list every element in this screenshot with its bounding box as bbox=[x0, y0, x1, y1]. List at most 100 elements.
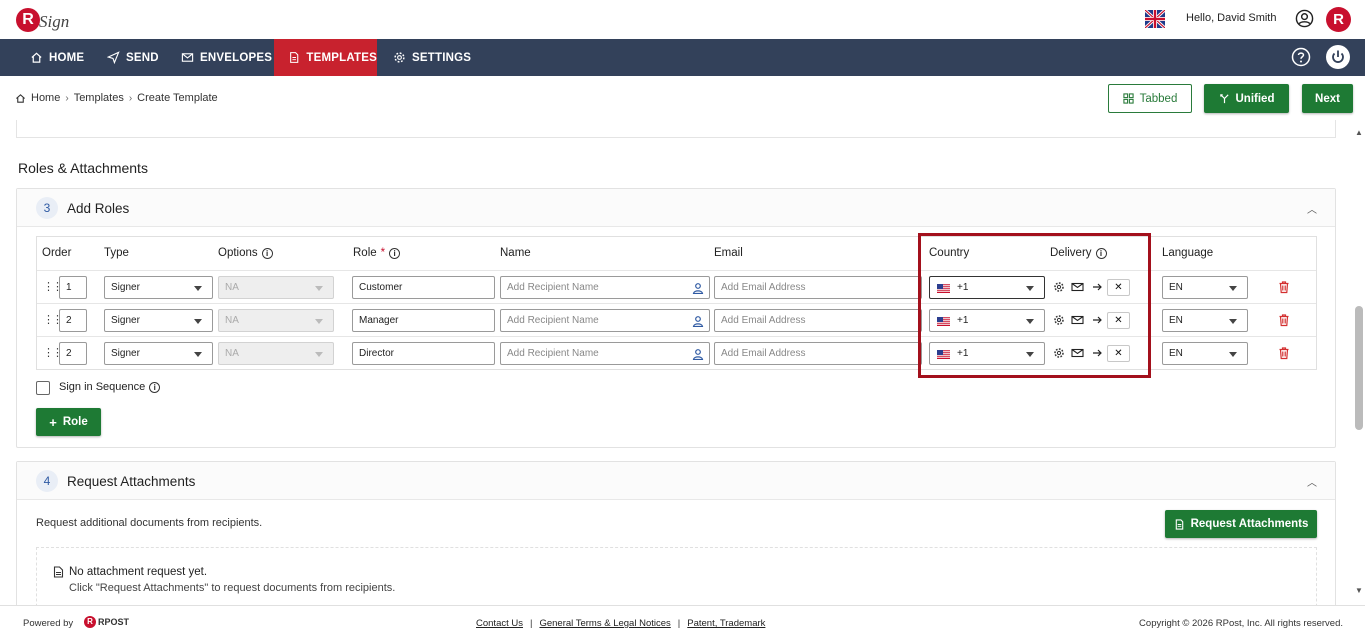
previous-section-card bbox=[16, 120, 1336, 138]
home-icon[interactable] bbox=[15, 93, 26, 104]
next-label: Next bbox=[1315, 92, 1340, 105]
col-role: Role * i bbox=[353, 247, 401, 259]
chevron-down-icon bbox=[1229, 319, 1237, 324]
nav-settings[interactable]: SETTINGS bbox=[393, 39, 471, 76]
order-input[interactable]: 2 bbox=[59, 342, 87, 365]
email-input[interactable]: Add Email Address bbox=[714, 309, 922, 332]
contact-lookup-icon[interactable] bbox=[692, 348, 704, 360]
name-input[interactable]: Add Recipient Name bbox=[500, 276, 710, 299]
next-button[interactable]: Next bbox=[1302, 84, 1353, 113]
language-select[interactable]: EN bbox=[1162, 309, 1248, 332]
home-icon bbox=[31, 52, 42, 63]
request-attachments-button[interactable]: Request Attachments bbox=[1165, 510, 1317, 538]
contact-us-link[interactable]: Contact Us bbox=[476, 618, 523, 629]
breadcrumb-separator: › bbox=[128, 92, 133, 104]
role-input[interactable]: Customer bbox=[352, 276, 495, 299]
col-options: Options i bbox=[218, 247, 273, 259]
add-role-button[interactable]: + Role bbox=[36, 408, 101, 436]
name-input[interactable]: Add Recipient Name bbox=[500, 342, 710, 365]
delete-role-trash-icon[interactable] bbox=[1277, 313, 1291, 327]
help-icon[interactable] bbox=[1291, 47, 1311, 67]
name-placeholder: Add Recipient Name bbox=[507, 282, 599, 293]
delete-role-trash-icon[interactable] bbox=[1277, 280, 1291, 294]
name-input[interactable]: Add Recipient Name bbox=[500, 309, 710, 332]
options-select: NA bbox=[218, 276, 334, 299]
sign-in-sequence-checkbox[interactable] bbox=[36, 381, 50, 395]
highlight-box bbox=[918, 233, 1151, 378]
scroll-up-arrow[interactable]: ▲ bbox=[1355, 128, 1363, 137]
step-number: 4 bbox=[36, 470, 58, 492]
footer-separator: | bbox=[530, 618, 533, 629]
options-select: NA bbox=[218, 342, 334, 365]
col-type: Type bbox=[104, 247, 129, 259]
email-input[interactable]: Add Email Address bbox=[714, 342, 922, 365]
nav-send[interactable]: SEND bbox=[107, 39, 159, 76]
footer: Powered by R RPOST Contact Us | General … bbox=[0, 605, 1365, 639]
language-select[interactable]: EN bbox=[1162, 342, 1248, 365]
sign-in-sequence-label: Sign in Sequence bbox=[59, 381, 146, 393]
uk-flag-icon[interactable] bbox=[1145, 10, 1165, 28]
collapse-chevron-icon[interactable]: ︿ bbox=[1307, 474, 1317, 489]
name-placeholder: Add Recipient Name bbox=[507, 348, 599, 359]
user-profile-icon[interactable] bbox=[1295, 9, 1314, 28]
breadcrumb: Home › Templates › Create Template bbox=[15, 92, 218, 104]
info-icon[interactable]: i bbox=[261, 247, 273, 259]
tabbed-view-button[interactable]: Tabbed bbox=[1108, 84, 1192, 113]
delete-role-trash-icon[interactable] bbox=[1277, 346, 1291, 360]
request-attachments-title: Request Attachments bbox=[67, 474, 196, 489]
user-greeting: Hello, David Smith bbox=[1186, 12, 1277, 24]
breadcrumb-home[interactable]: Home bbox=[31, 92, 60, 104]
top-bar: R Sign Hello, David Smith R bbox=[0, 0, 1365, 39]
nav-home-label: HOME bbox=[49, 51, 85, 64]
chevron-down-icon bbox=[1229, 352, 1237, 357]
role-input[interactable]: Manager bbox=[352, 309, 495, 332]
breadcrumb-templates[interactable]: Templates bbox=[74, 92, 124, 104]
patent-link[interactable]: Patent, Trademark bbox=[687, 618, 765, 629]
col-name: Name bbox=[500, 247, 531, 259]
rsign-logo[interactable]: R Sign bbox=[16, 6, 76, 34]
role-input[interactable]: Director bbox=[352, 342, 495, 365]
contact-lookup-icon[interactable] bbox=[692, 282, 704, 294]
nav-envelopes[interactable]: ENVELOPES bbox=[181, 39, 272, 76]
language-value: EN bbox=[1169, 348, 1183, 359]
contact-lookup-icon[interactable] bbox=[692, 315, 704, 327]
collapse-chevron-icon[interactable]: ︿ bbox=[1307, 201, 1317, 216]
power-icon bbox=[1332, 50, 1344, 63]
footer-links: Contact Us | General Terms & Legal Notic… bbox=[476, 618, 765, 629]
document-icon bbox=[53, 566, 64, 578]
nav-templates[interactable]: TEMPLATES bbox=[274, 39, 377, 76]
nav-home[interactable]: HOME bbox=[30, 39, 84, 76]
nav-templates-label: TEMPLATES bbox=[306, 51, 377, 64]
type-select[interactable]: Signer bbox=[104, 342, 213, 365]
type-select[interactable]: Signer bbox=[104, 276, 213, 299]
options-value: NA bbox=[225, 282, 239, 293]
scroll-down-arrow[interactable]: ▼ bbox=[1355, 586, 1363, 595]
order-input[interactable]: 1 bbox=[59, 276, 87, 299]
copyright: Copyright © 2026 RPost, Inc. All rights … bbox=[1139, 618, 1343, 629]
nav-send-label: SEND bbox=[126, 51, 159, 64]
col-order: Order bbox=[42, 247, 72, 259]
order-input[interactable]: 2 bbox=[59, 309, 87, 332]
add-roles-header[interactable]: 3 Add Roles ︿ bbox=[17, 189, 1335, 227]
breadcrumb-current: Create Template bbox=[137, 92, 218, 104]
unified-view-button[interactable]: Unified bbox=[1204, 84, 1289, 113]
chevron-down-icon bbox=[315, 286, 323, 291]
avatar[interactable]: R bbox=[1326, 7, 1351, 32]
breadcrumb-separator: › bbox=[65, 92, 69, 104]
language-select[interactable]: EN bbox=[1162, 276, 1248, 299]
info-icon[interactable]: i bbox=[389, 247, 401, 259]
info-icon[interactable]: i bbox=[149, 381, 161, 393]
send-icon bbox=[107, 51, 120, 64]
type-select[interactable]: Signer bbox=[104, 309, 213, 332]
scrollbar-thumb[interactable] bbox=[1355, 306, 1363, 430]
options-value: NA bbox=[225, 315, 239, 326]
email-input[interactable]: Add Email Address bbox=[714, 276, 922, 299]
template-icon bbox=[290, 52, 299, 63]
nav-settings-label: SETTINGS bbox=[412, 51, 472, 64]
section-title: Roles & Attachments bbox=[18, 160, 148, 176]
request-attachments-header[interactable]: 4 Request Attachments ︿ bbox=[17, 462, 1335, 500]
col-role-label: Role bbox=[353, 247, 377, 259]
chevron-down-icon bbox=[194, 286, 202, 291]
logout-button[interactable] bbox=[1326, 45, 1350, 69]
terms-link[interactable]: General Terms & Legal Notices bbox=[539, 618, 670, 629]
